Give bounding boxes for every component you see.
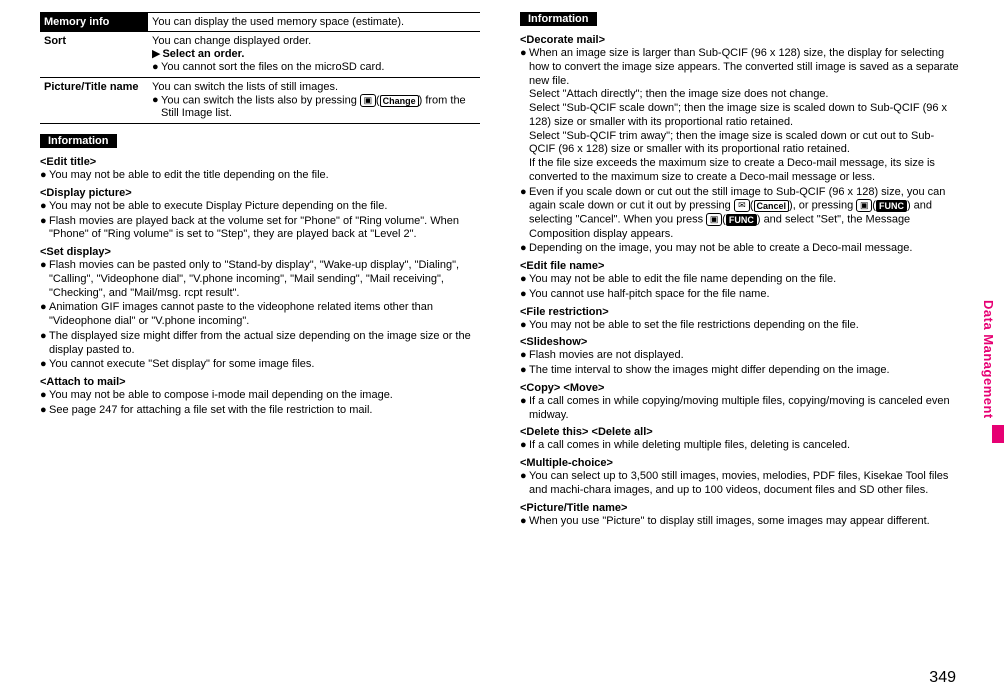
soft-label: Change [380, 95, 419, 107]
camera-key-icon: ▣ [856, 199, 872, 212]
table-content: You can change displayed order.▶Select a… [148, 32, 480, 78]
bullet-item: ●Flash movies are played back at the vol… [40, 215, 480, 243]
bullet-item: ●You may not be able to compose i-mode m… [40, 389, 480, 403]
right-sections: <Decorate mail>●When an image size is la… [520, 34, 960, 528]
bullet-item: ●When an image size is larger than Sub-Q… [520, 47, 960, 185]
bullet-item: ●See page 247 for attaching a file set w… [40, 404, 480, 418]
section-title: <Multiple-choice> [520, 457, 960, 469]
soft-label: FUNC [876, 200, 907, 212]
table-content: You can switch the lists of still images… [148, 78, 480, 124]
side-tab-marker [992, 425, 1004, 443]
bullet-item: ●Flash movies are not displayed. [520, 349, 960, 363]
bullet-item: ●You may not be able to edit the file na… [520, 273, 960, 287]
left-sections: <Edit title>●You may not be able to edit… [40, 156, 480, 418]
table-label: Sort [40, 32, 148, 78]
right-column: Information <Decorate mail>●When an imag… [520, 12, 960, 529]
page-number: 349 [929, 669, 956, 687]
bullet-item: ●Even if you scale down or cut out the s… [520, 186, 960, 242]
camera-key-icon: ▣ [360, 94, 376, 107]
bullet-item: ●Flash movies can be pasted only to "Sta… [40, 259, 480, 300]
section-title: <Picture/Title name> [520, 502, 960, 514]
camera-key-icon: ▣ [706, 213, 722, 226]
bullet-item: ●The time interval to show the images mi… [520, 364, 960, 378]
table-content: You can display the used memory space (e… [148, 13, 480, 32]
bullet-item: ●You cannot execute "Set display" for so… [40, 358, 480, 372]
bullet-item: ●You may not be able to edit the title d… [40, 169, 480, 183]
bullet-item: ●You cannot use half-pitch space for the… [520, 288, 960, 302]
section-title: <Delete this> <Delete all> [520, 426, 960, 438]
bullet-item: ●You can select up to 3,500 still images… [520, 470, 960, 498]
section-title: <File restriction> [520, 306, 960, 318]
bullet-item: ●If a call comes in while deleting multi… [520, 439, 960, 453]
info-header: Information [40, 134, 117, 148]
soft-label: FUNC [726, 214, 757, 226]
section-title: <Copy> <Move> [520, 382, 960, 394]
section-title: <Decorate mail> [520, 34, 960, 46]
bullet-item: ●You may not be able to execute Display … [40, 200, 480, 214]
section-title: <Edit file name> [520, 260, 960, 272]
section-title: <Edit title> [40, 156, 480, 168]
section-title: <Slideshow> [520, 336, 960, 348]
section-title: <Set display> [40, 246, 480, 258]
section-title: <Display picture> [40, 187, 480, 199]
info-header: Information [520, 12, 597, 26]
left-column: Memory infoYou can display the used memo… [40, 12, 480, 529]
info-table: Memory infoYou can display the used memo… [40, 12, 480, 124]
bullet-item: ●If a call comes in while copying/moving… [520, 395, 960, 423]
bullet-item: ●Depending on the image, you may not be … [520, 242, 960, 256]
bullet-item: ●The displayed size might differ from th… [40, 330, 480, 358]
bullet-item: ●You may not be able to set the file res… [520, 319, 960, 333]
table-label: Picture/Title name [40, 78, 148, 124]
section-title: <Attach to mail> [40, 376, 480, 388]
mail-key-icon: ✉ [734, 199, 750, 212]
bullet-item: ●Animation GIF images cannot paste to th… [40, 301, 480, 329]
side-tab: Data Management [981, 300, 996, 419]
table-label: Memory info [40, 13, 148, 32]
soft-label: Cancel [754, 200, 790, 212]
page: Memory infoYou can display the used memo… [0, 0, 1004, 529]
bullet-item: ●When you use "Picture" to display still… [520, 515, 960, 529]
